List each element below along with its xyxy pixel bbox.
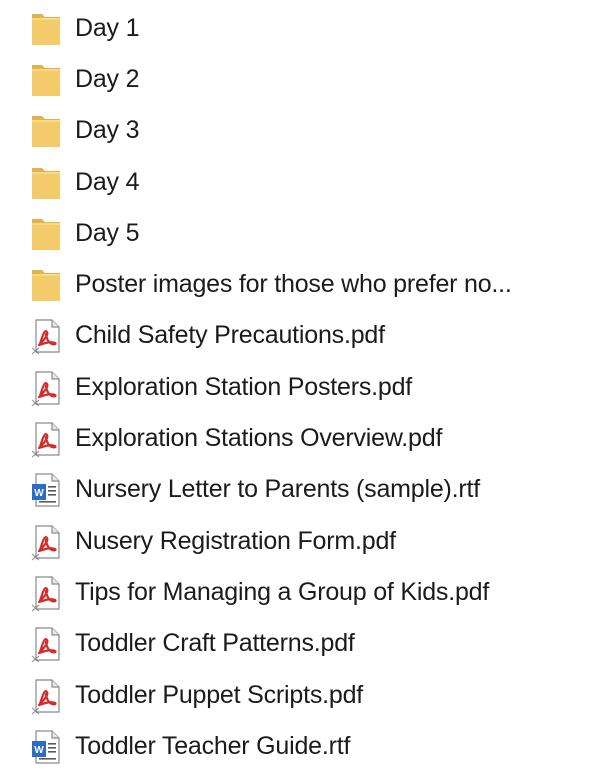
- pdf-file-icon: [24, 366, 68, 410]
- file-list-item[interactable]: Day 5: [0, 208, 593, 259]
- folder-icon: [24, 161, 68, 205]
- file-name-label: Child Safety Precautions.pdf: [75, 321, 385, 350]
- file-list-item[interactable]: Day 4: [0, 157, 593, 208]
- file-list-item[interactable]: Day 2: [0, 54, 593, 105]
- file-name-label: Poster images for those who prefer no...: [75, 270, 512, 299]
- folder-icon: [24, 212, 68, 256]
- file-name-label: Toddler Teacher Guide.rtf: [75, 731, 351, 760]
- file-name-label: Nursery Letter to Parents (sample).rtf: [75, 475, 481, 504]
- rtf-file-icon: W: [24, 725, 68, 769]
- pdf-file-icon: [24, 520, 68, 564]
- file-name-label: Exploration Stations Overview.pdf: [75, 423, 443, 452]
- pdf-file-icon: [24, 571, 68, 615]
- pdf-file-icon: [24, 417, 68, 461]
- file-list-item[interactable]: Exploration Station Posters.pdf: [0, 362, 593, 413]
- file-list-item[interactable]: Day 3: [0, 106, 593, 157]
- file-list-item[interactable]: Tips for Managing a Group of Kids.pdf: [0, 567, 593, 618]
- folder-icon: [24, 58, 68, 102]
- svg-text:W: W: [34, 745, 44, 756]
- pdf-file-icon: [24, 314, 68, 358]
- file-list-item[interactable]: Toddler Craft Patterns.pdf: [0, 619, 593, 670]
- file-name-label: Day 1: [75, 13, 140, 42]
- file-name-label: Day 2: [75, 64, 140, 93]
- file-list-item[interactable]: W Nursery Letter to Parents (sample).rtf: [0, 465, 593, 516]
- file-name-label: Toddler Puppet Scripts.pdf: [75, 680, 364, 709]
- folder-icon: [24, 7, 68, 51]
- folder-icon: [24, 263, 68, 307]
- file-list-item[interactable]: Poster images for those who prefer no...: [0, 259, 593, 310]
- file-list: Day 1 Day 2 Day 3 Day 4 Day 5 Poster ima…: [0, 3, 593, 772]
- svg-text:W: W: [34, 488, 44, 499]
- file-name-label: Day 4: [75, 167, 140, 196]
- file-name-label: Day 3: [75, 116, 140, 145]
- file-name-label: Tips for Managing a Group of Kids.pdf: [75, 577, 490, 606]
- file-list-item[interactable]: Child Safety Precautions.pdf: [0, 311, 593, 362]
- file-name-label: Nusery Registration Form.pdf: [75, 526, 396, 555]
- pdf-file-icon: [24, 622, 68, 666]
- file-name-label: Exploration Station Posters.pdf: [75, 372, 413, 401]
- file-list-item[interactable]: Nusery Registration Form.pdf: [0, 516, 593, 567]
- file-name-label: Day 5: [75, 218, 140, 247]
- file-list-item[interactable]: Exploration Stations Overview.pdf: [0, 413, 593, 464]
- file-name-label: Toddler Craft Patterns.pdf: [75, 629, 355, 658]
- file-list-item[interactable]: W Toddler Teacher Guide.rtf: [0, 721, 593, 772]
- file-list-item[interactable]: Day 1: [0, 3, 593, 54]
- rtf-file-icon: W: [24, 468, 68, 512]
- file-list-item[interactable]: Toddler Puppet Scripts.pdf: [0, 670, 593, 721]
- folder-icon: [24, 109, 68, 153]
- pdf-file-icon: [24, 674, 68, 718]
